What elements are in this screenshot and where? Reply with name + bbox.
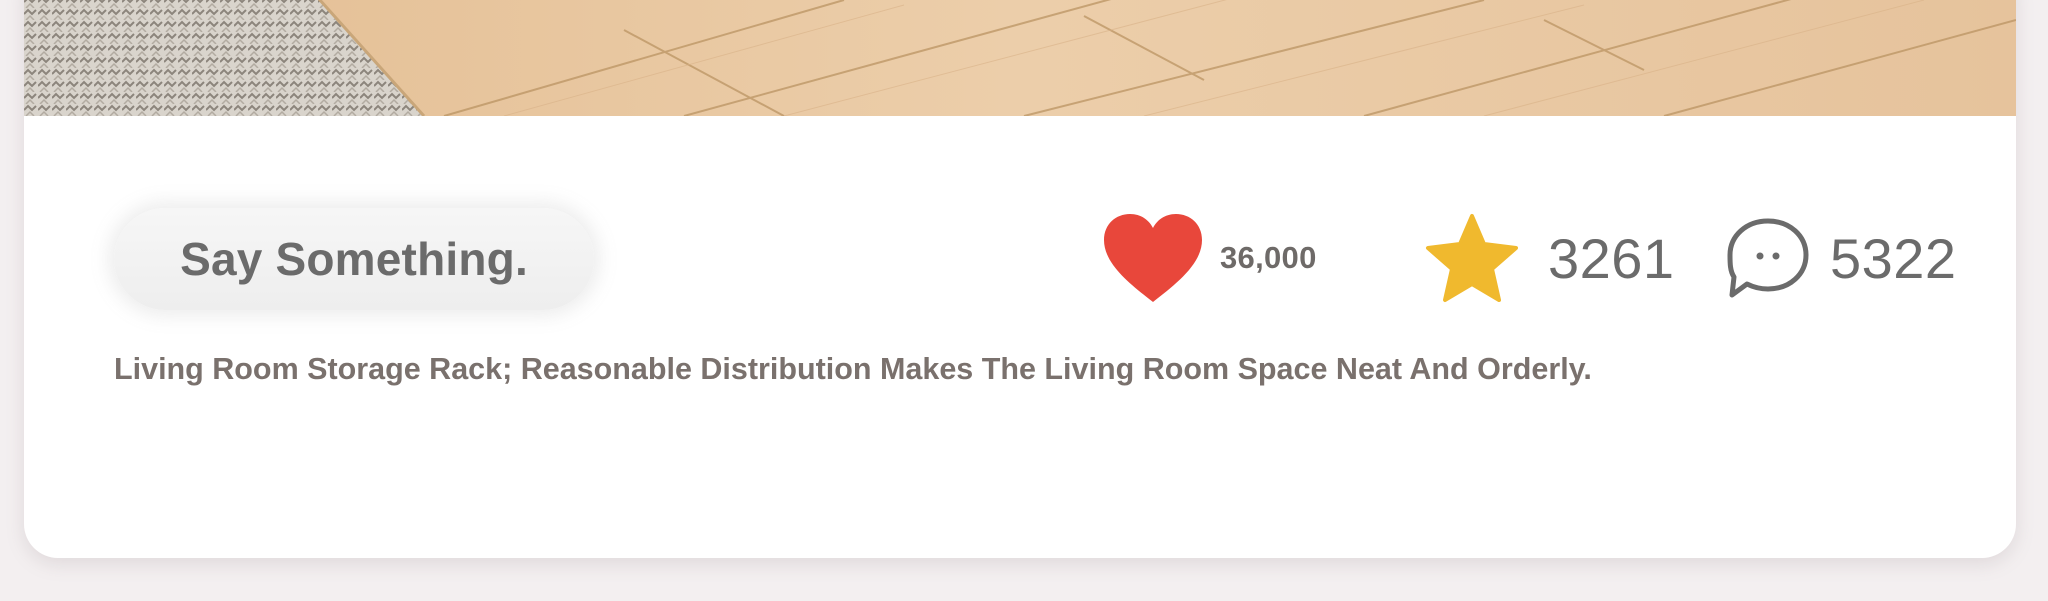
- favorite-count: 3261: [1548, 226, 1675, 290]
- post-card: Say Something. 36,000 3261 5322 Living R…: [24, 0, 2016, 558]
- wood-floor-image: [24, 0, 2016, 116]
- comment-count: 5322: [1830, 226, 1957, 290]
- heart-icon: [1104, 214, 1202, 302]
- favorite-button[interactable]: 3261: [1424, 208, 1675, 308]
- like-count: 36,000: [1220, 240, 1317, 275]
- post-photo[interactable]: [24, 0, 2016, 116]
- like-button[interactable]: 36,000: [1100, 208, 1317, 308]
- chat-bubble-icon: [1727, 218, 1809, 298]
- post-description: Living Room Storage Rack; Reasonable Dis…: [114, 352, 1592, 386]
- say-something-button[interactable]: Say Something.: [114, 208, 594, 310]
- say-something-label: Say Something.: [180, 233, 528, 285]
- star-icon: [1426, 214, 1518, 302]
- comment-button[interactable]: 5322: [1724, 208, 1957, 308]
